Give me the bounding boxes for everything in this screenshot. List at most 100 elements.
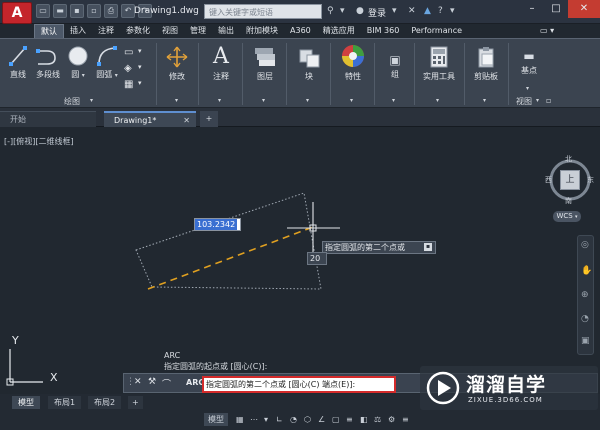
grid-icon[interactable]: ▦: [236, 413, 244, 426]
circle-button[interactable]: 圆 ▾: [66, 45, 90, 80]
draw-panel-expand-icon[interactable]: ▾: [90, 97, 93, 104]
annotation-panel-expand-icon[interactable]: ▾: [218, 97, 221, 104]
user-icon[interactable]: ●: [356, 6, 364, 16]
viewcube[interactable]: 北 南 西 东 上: [545, 155, 595, 205]
tab-featured-apps[interactable]: 精选应用: [317, 24, 361, 38]
tab-performance[interactable]: Performance: [405, 24, 468, 38]
application-menu-button[interactable]: A: [2, 2, 32, 24]
groups-panel-expand-icon[interactable]: ▾: [392, 97, 395, 104]
chevron-down-icon[interactable]: ▾: [392, 6, 397, 16]
login-button[interactable]: 登录: [368, 6, 386, 19]
minimize-icon[interactable]: –: [520, 0, 544, 18]
layers-panel-expand-icon[interactable]: ▾: [262, 97, 265, 104]
drawing1-tab[interactable]: Drawing1* ✕: [104, 111, 196, 127]
hatch-icon[interactable]: ◈: [124, 63, 132, 74]
tab-layout2[interactable]: 布局2: [88, 396, 122, 409]
drawing-canvas[interactable]: [-][俯视][二维线框] Y X 103.2342 指定圆弧的第二个点或 ▪: [0, 127, 600, 394]
open-folder-icon[interactable]: ▬: [53, 4, 67, 18]
annotation-button[interactable]: A 注释: [206, 45, 236, 82]
command-input[interactable]: 指定圆弧的第二个点或 [圆心(C) 端点(E)]:: [202, 376, 396, 393]
block-panel-expand-icon[interactable]: ▾: [306, 97, 309, 104]
rectangle-icon[interactable]: ▭: [124, 47, 133, 58]
tab-default[interactable]: 默认: [34, 24, 64, 38]
search-input[interactable]: 键入关键字或短语: [204, 4, 322, 19]
layers-button[interactable]: 图层: [250, 45, 280, 82]
add-layout-button[interactable]: +: [128, 396, 143, 409]
tab-bim360[interactable]: BIM 360: [361, 24, 406, 38]
showmotion-icon[interactable]: ▣: [581, 336, 590, 346]
recent-commands-icon[interactable]: ⌒: [162, 377, 171, 390]
clipboard-button[interactable]: 剪贴板: [468, 45, 504, 82]
exchange-apps-icon[interactable]: ✕: [408, 6, 416, 16]
line-button[interactable]: 直线: [6, 45, 30, 80]
start-tab[interactable]: 开始: [0, 111, 96, 127]
tools-dropdown-icon[interactable]: ▾: [340, 6, 345, 16]
zoom-extents-icon[interactable]: ⊕: [581, 290, 589, 300]
new-file-icon[interactable]: ▭: [36, 4, 50, 18]
panel-options-icon[interactable]: ▫: [546, 96, 551, 105]
utilities-panel-expand-icon[interactable]: ▾: [436, 97, 439, 104]
isodraft-icon[interactable]: ⬡: [304, 413, 311, 426]
dimension-input-box[interactable]: 103.2342: [194, 218, 241, 231]
save-icon[interactable]: ▪: [70, 4, 84, 18]
tooltip-option-icon[interactable]: ▪: [424, 243, 432, 251]
viewcube-east[interactable]: 东: [587, 175, 594, 185]
properties-button[interactable]: 特性: [338, 43, 368, 82]
properties-panel-expand-icon[interactable]: ▾: [350, 97, 353, 104]
help-icon[interactable]: ?: [438, 6, 443, 16]
autodesk-a360-icon[interactable]: ▲: [424, 6, 431, 16]
viewcube-top-face[interactable]: 上: [560, 170, 580, 190]
transparency-icon[interactable]: ◧: [360, 413, 368, 426]
customize-icon[interactable]: ≡: [402, 413, 409, 426]
region-icon[interactable]: ▦: [124, 79, 133, 90]
object-snap-tracking-icon[interactable]: ∠: [318, 413, 325, 426]
binoculars-icon[interactable]: ⚲: [327, 6, 334, 16]
workspace-icon[interactable]: ⚙: [388, 413, 395, 426]
object-snap-icon[interactable]: ▢: [332, 413, 340, 426]
maximize-icon[interactable]: □: [544, 0, 568, 18]
close-icon[interactable]: ✕: [568, 0, 600, 18]
region-dropdown-icon[interactable]: ▾: [138, 79, 142, 87]
base-dropdown-icon[interactable]: ▾: [526, 85, 529, 92]
model-space-button[interactable]: 模型: [204, 413, 228, 426]
tab-output[interactable]: 输出: [212, 24, 240, 38]
print-icon[interactable]: ⎙: [104, 4, 118, 18]
tab-annotate[interactable]: 注释: [92, 24, 120, 38]
viewcube-north[interactable]: 北: [565, 154, 572, 164]
help-dropdown-icon[interactable]: ▾: [450, 6, 455, 16]
undo-icon[interactable]: ↶: [121, 4, 135, 18]
polar-tracking-icon[interactable]: ◔: [290, 413, 297, 426]
viewcube-west[interactable]: 西: [545, 175, 552, 185]
annotation-scale-icon[interactable]: ⚖: [374, 413, 381, 426]
close-icon[interactable]: ✕: [134, 377, 142, 387]
ortho-icon[interactable]: ∟: [276, 413, 283, 426]
view-panel-expand-icon[interactable]: ▾: [536, 97, 539, 104]
snap-icon[interactable]: ⋯: [250, 413, 258, 426]
new-tab-button[interactable]: +: [200, 111, 218, 127]
base-point-button[interactable]: ▬ 基点: [514, 49, 544, 76]
ribbon-options-icon[interactable]: ▭ ▾: [540, 24, 554, 38]
circle-dropdown-icon[interactable]: ▾: [82, 72, 85, 79]
rectangle-dropdown-icon[interactable]: ▾: [138, 47, 142, 55]
steering-wheel-icon[interactable]: ◎: [581, 240, 589, 250]
block-button[interactable]: 块: [294, 45, 324, 82]
modify-panel-expand-icon[interactable]: ▾: [175, 97, 178, 104]
tab-parametric[interactable]: 参数化: [120, 24, 156, 38]
tab-a360[interactable]: A360: [284, 24, 317, 38]
pan-icon[interactable]: ✋: [581, 266, 592, 276]
utilities-button[interactable]: 实用工具: [418, 45, 460, 82]
lineweight-icon[interactable]: ≡: [346, 413, 353, 426]
orbit-icon[interactable]: ◔: [581, 314, 589, 324]
arc-dropdown-icon[interactable]: ▾: [115, 72, 118, 79]
tab-manage[interactable]: 管理: [184, 24, 212, 38]
tab-view[interactable]: 视图: [156, 24, 184, 38]
hatch-dropdown-icon[interactable]: ▾: [138, 63, 142, 71]
tab-model[interactable]: 模型: [12, 396, 40, 409]
snap-dropdown-icon[interactable]: ▾: [264, 413, 268, 426]
arc-button[interactable]: 圆弧 ▾: [94, 45, 120, 80]
wcs-menu[interactable]: WCS ▾: [553, 211, 581, 222]
modify-button[interactable]: 修改: [162, 45, 192, 82]
dynamic-input-box[interactable]: 20: [307, 252, 327, 265]
viewcube-south[interactable]: 南: [565, 196, 572, 206]
tab-addins[interactable]: 附加模块: [240, 24, 284, 38]
